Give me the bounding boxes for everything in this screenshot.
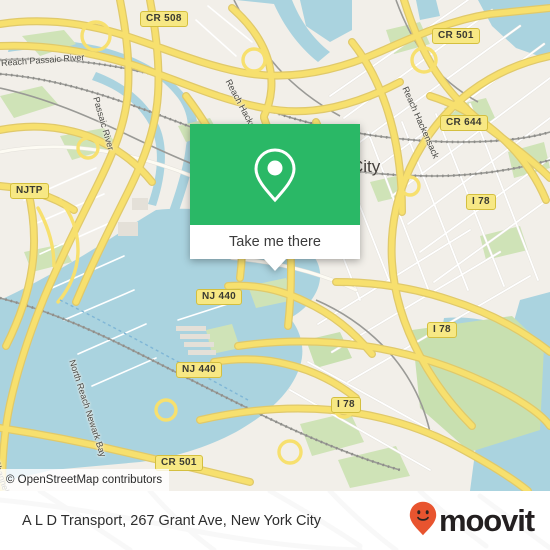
- moovit-wordmark: moovit: [438, 503, 535, 538]
- footer-content: A L D Transport, 267 Grant Ave, New York…: [0, 491, 550, 550]
- route-shield: I 78: [466, 194, 496, 210]
- take-me-there-button[interactable]: Take me there: [190, 225, 360, 259]
- route-shield: I 78: [427, 322, 457, 338]
- route-shield: NJ 440: [176, 362, 223, 378]
- moovit-brand[interactable]: moovit: [409, 501, 535, 541]
- popup-pin-panel: [190, 124, 360, 225]
- take-me-there-label: Take me there: [229, 234, 321, 250]
- route-shield: CR 508: [140, 11, 188, 27]
- route-shield: I 78: [331, 397, 361, 413]
- moovit-smiley-pin-icon: [409, 501, 437, 541]
- location-popup-card[interactable]: Take me there: [190, 124, 360, 271]
- route-shield: CR 644: [440, 115, 488, 131]
- map-canvas[interactable]: .land { fill:#f2efe9; } .water { fill:#a…: [0, 0, 550, 491]
- map-pin-icon: [253, 147, 297, 203]
- place-caption: A L D Transport, 267 Grant Ave, New York…: [22, 512, 322, 529]
- moovit-map-screenshot: .land { fill:#f2efe9; } .water { fill:#a…: [0, 0, 550, 550]
- osm-attribution[interactable]: © OpenStreetMap contributors: [0, 469, 170, 491]
- route-shield: CR 501: [432, 28, 480, 44]
- popup-pointer-tail: [264, 259, 286, 271]
- route-shield: NJ 440: [196, 289, 243, 305]
- route-shield: NJTP: [10, 183, 49, 199]
- osm-attribution-label: © OpenStreetMap contributors: [6, 474, 163, 486]
- footer-bar: A L D Transport, 267 Grant Ave, New York…: [0, 491, 550, 550]
